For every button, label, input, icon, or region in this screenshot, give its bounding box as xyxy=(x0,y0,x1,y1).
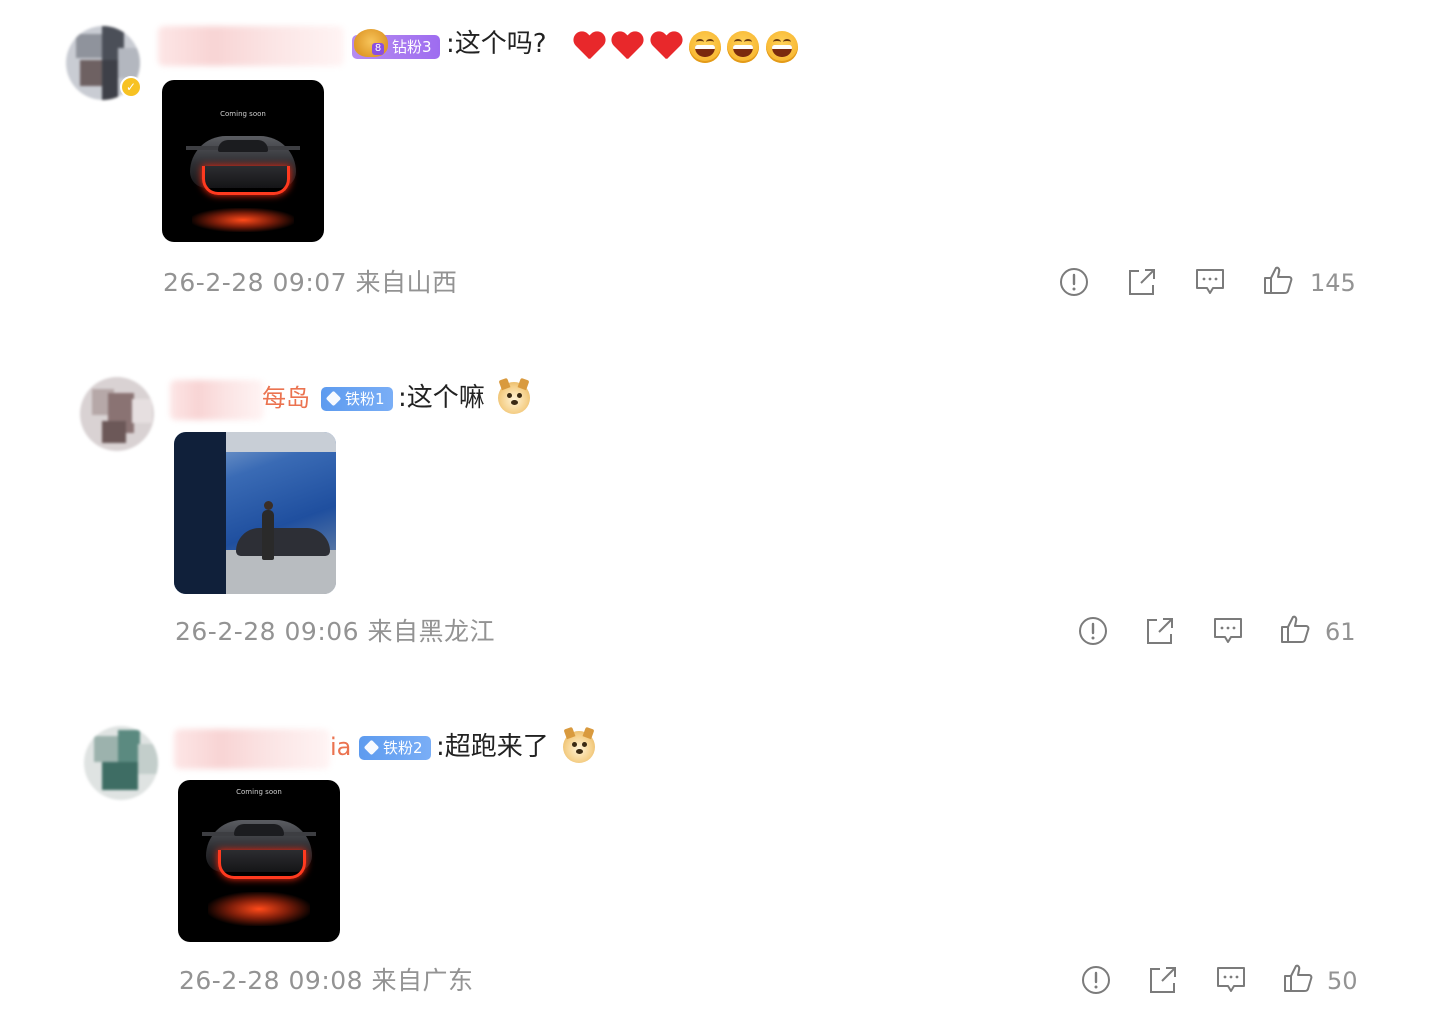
location: 来自广东 xyxy=(371,966,474,995)
fan-badge[interactable]: 铁粉2 xyxy=(359,736,431,760)
username-suffix[interactable]: ia xyxy=(330,732,351,762)
like-count[interactable]: 50 xyxy=(1327,965,1358,997)
doge-emoji-icon xyxy=(563,726,595,763)
avatar[interactable] xyxy=(84,726,158,800)
comment-timestamp: 26-2-28 09:08 来自广东 xyxy=(179,965,474,997)
timestamp: 26-2-28 09:08 xyxy=(179,966,364,995)
username[interactable] xyxy=(174,729,330,769)
share-icon[interactable] xyxy=(1148,965,1178,995)
comment-item: ia 铁粉2 :超跑来了 Coming soon 26-2-28 09:08 来… xyxy=(0,0,1446,1034)
comment-text: :超跑来了 xyxy=(436,732,549,762)
comment-image[interactable]: Coming soon xyxy=(178,780,340,942)
report-icon[interactable] xyxy=(1081,965,1111,995)
image-caption: Coming soon xyxy=(236,788,282,796)
thumbs-up-icon[interactable] xyxy=(1283,963,1313,993)
badge-label: 铁粉2 xyxy=(383,739,423,757)
diamond-icon xyxy=(363,739,380,756)
reply-icon[interactable] xyxy=(1216,965,1246,995)
